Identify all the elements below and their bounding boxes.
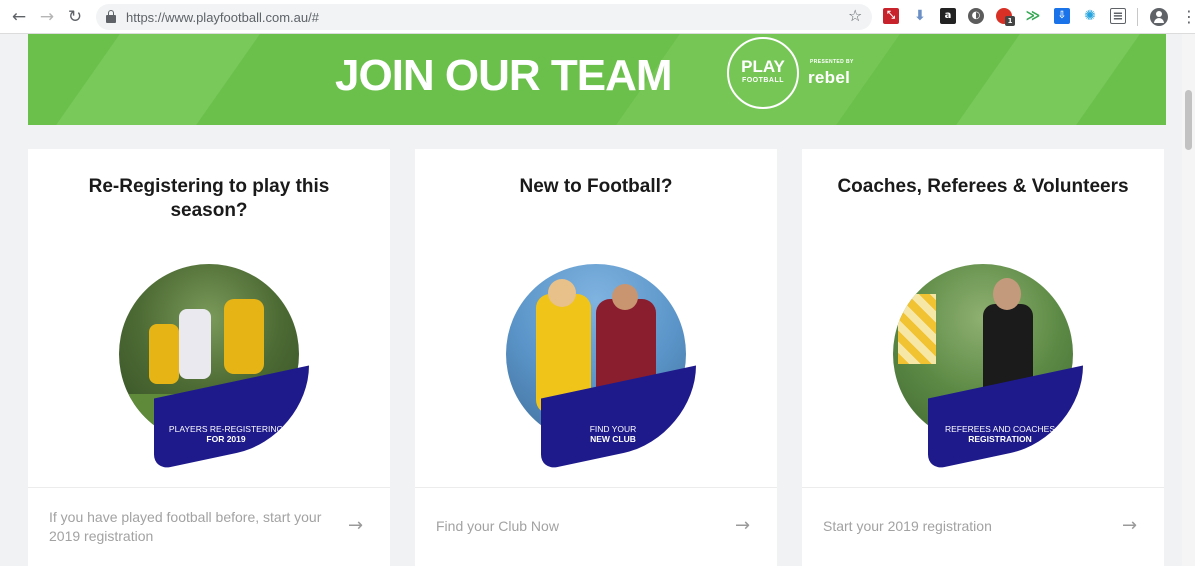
card-title: New to Football?	[519, 176, 673, 197]
notes-extension-icon[interactable]: ≡	[1110, 8, 1126, 24]
image-caption-line2: FOR 2019	[206, 434, 246, 444]
banner-stripe	[56, 34, 260, 125]
card-title: Re-Registering to play this season?	[88, 176, 330, 221]
banner-title: JOIN OUR TEAM	[335, 51, 673, 100]
play-football-logo: PLAY FOOTBALL	[727, 37, 799, 109]
address-bar[interactable]: https://www.playfootball.com.au/#	[96, 4, 872, 30]
image-caption-line1: PLAYERS RE-REGISTERING	[168, 424, 284, 434]
arrow-right-icon[interactable]: →	[1122, 515, 1137, 536]
chevrons-extension-icon[interactable]: ≫	[1025, 8, 1041, 24]
toolbar-divider	[1137, 8, 1138, 26]
save-extension-icon[interactable]: ⇩	[1054, 8, 1070, 24]
back-arrow-icon[interactable]: ←	[8, 6, 30, 28]
lock-icon	[106, 10, 116, 23]
player-figure	[224, 299, 264, 374]
image-caption-line1: REFEREES AND COACHES	[944, 424, 1056, 434]
find-new-club-image[interactable]: FIND YOUR NEW CLUB	[501, 264, 701, 471]
image-caption-line2: REGISTRATION	[968, 434, 1032, 444]
menu-kebab-icon[interactable]: ⋮	[1181, 7, 1195, 27]
amazon-extension-icon[interactable]: a	[940, 8, 956, 24]
globe-extension-icon[interactable]: ✺	[1082, 8, 1098, 24]
referees-coaches-image[interactable]: REFEREES AND COACHES REGISTRATION	[888, 264, 1088, 471]
join-team-banner[interactable]: JOIN OUR TEAM PLAY FOOTBALL PRESENTED BY…	[28, 34, 1166, 125]
footer-link-text[interactable]: Start your 2019 registration	[823, 517, 1103, 536]
url-text[interactable]: https://www.playfootball.com.au/#	[126, 10, 319, 25]
browser-toolbar: ← → ↻ https://www.playfootball.com.au/# …	[0, 0, 1195, 34]
circle-extension-icon[interactable]: ◐	[968, 8, 984, 24]
red-extension-icon[interactable]: 1	[996, 8, 1015, 26]
banner-stripe	[956, 34, 1140, 125]
image-caption-line2: NEW CLUB	[590, 434, 636, 444]
footer-link-text[interactable]: Find your Club Now	[436, 517, 716, 536]
card-footer-link[interactable]: Start your 2019 registration →	[802, 487, 1164, 566]
download-arrow-extension-icon[interactable]: ⬇	[912, 8, 928, 24]
card-new-to-football[interactable]: New to Football? FIND YOUR NEW CLUB Find…	[415, 149, 777, 566]
reload-icon[interactable]: ↻	[64, 6, 86, 28]
extension-badge: 1	[1005, 16, 1015, 26]
profile-avatar-icon[interactable]	[1150, 8, 1168, 26]
arrow-right-icon[interactable]: →	[735, 515, 750, 536]
player-figure	[149, 324, 179, 384]
rebel-logo: rebel	[808, 68, 851, 87]
card-re-registering[interactable]: Re-Registering to play this season? PLAY…	[28, 149, 390, 566]
forward-arrow-icon[interactable]: →	[36, 6, 58, 28]
card-footer-link[interactable]: If you have played football before, star…	[28, 487, 390, 566]
referee-head	[993, 278, 1021, 310]
page-scrollbar[interactable]	[1182, 34, 1195, 566]
logo-football-text: FOOTBALL	[741, 77, 785, 84]
logo-play-text: PLAY	[741, 57, 785, 76]
arrow-right-icon[interactable]: →	[348, 515, 363, 536]
referee-flag	[898, 294, 936, 364]
pdf-extension-icon[interactable]: ⤡	[883, 8, 899, 24]
card-coaches-referees[interactable]: Coaches, Referees & Volunteers REFEREES …	[802, 149, 1164, 566]
footer-link-text[interactable]: If you have played football before, star…	[49, 508, 329, 546]
presented-by-text: PRESENTED BY	[810, 59, 854, 65]
card-footer-link[interactable]: Find your Club Now →	[415, 487, 777, 566]
player-figure	[179, 309, 211, 379]
card-title: Coaches, Referees & Volunteers	[837, 176, 1129, 197]
player-head	[548, 279, 576, 307]
image-caption-line1: FIND YOUR	[589, 424, 637, 434]
players-re-registering-image[interactable]: PLAYERS RE-REGISTERING FOR 2019	[114, 264, 314, 471]
player-head	[612, 284, 638, 310]
scrollbar-thumb[interactable]	[1185, 90, 1192, 150]
bookmark-star-icon[interactable]: ☆	[848, 6, 862, 26]
